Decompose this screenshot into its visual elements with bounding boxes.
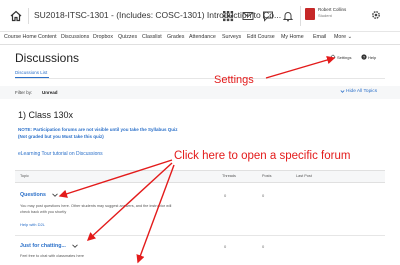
nav-email[interactable]: Email — [313, 34, 326, 40]
post-count: 0 — [262, 244, 265, 249]
nav-grades[interactable]: Grades — [167, 34, 184, 40]
tab-divider — [15, 78, 385, 79]
avatar[interactable] — [305, 8, 315, 20]
chevron-down-icon[interactable] — [52, 193, 58, 197]
settings-icon[interactable] — [330, 54, 336, 60]
mail-icon[interactable] — [242, 10, 254, 22]
settings-link[interactable]: Settings — [337, 55, 351, 60]
nav-attendance[interactable]: Attendance — [189, 34, 216, 40]
nav-surveys[interactable]: Surveys — [222, 34, 241, 40]
hide-all-topics-link[interactable]: Hide All Topics — [346, 89, 377, 94]
nav-edit-course[interactable]: Edit Course — [247, 34, 275, 40]
chevron-down-icon: ⌄ — [347, 34, 353, 40]
nav-my-home[interactable]: My Home — [281, 34, 304, 40]
settings-icon[interactable] — [370, 9, 382, 21]
nav-dropbox[interactable]: Dropbox — [93, 34, 113, 40]
bell-icon[interactable] — [282, 10, 294, 22]
user-role: Student — [318, 13, 332, 18]
tab-discussions-list[interactable]: Discussions List — [15, 70, 47, 75]
filter-label: Filter by: — [15, 90, 33, 95]
topbar-divider — [300, 6, 301, 26]
help-link[interactable]: Help — [368, 55, 376, 60]
row-divider — [15, 235, 385, 236]
nav-quizzes[interactable]: Quizzes — [118, 34, 137, 40]
thread-count: 0 — [224, 193, 227, 198]
user-name[interactable]: Robert Collins — [318, 7, 346, 12]
column-header-topic: Topic — [20, 174, 29, 178]
chevron-down-icon[interactable] — [340, 89, 345, 94]
column-header-posts: Posts — [262, 174, 272, 178]
home-icon[interactable] — [10, 10, 22, 22]
forum-link-questions[interactable]: Questions — [20, 192, 46, 198]
forum-link-just-for-chatting[interactable]: Just for chatting... — [20, 243, 66, 249]
column-header-threads: Threads — [222, 174, 236, 178]
annotation-settings: Settings — [214, 74, 254, 86]
annotation-forum: Click here to open a specific forum — [174, 150, 351, 162]
tour-link[interactable]: eLearning Tour tutorial on Discussions — [18, 151, 103, 157]
filter-unread[interactable]: Unread — [42, 90, 58, 95]
apps-grid-icon[interactable] — [222, 10, 234, 22]
help-with-d2l-link[interactable]: Help with D2L — [20, 222, 45, 227]
note-text: (Not graded but you Must take this quiz) — [18, 134, 104, 139]
note-text: NOTE: Participation forums are not visib… — [18, 127, 178, 132]
topbar-divider — [28, 8, 29, 24]
nav-content[interactable]: Content — [38, 34, 57, 40]
category-title: 1) Class 130x — [18, 110, 74, 120]
post-count: 0 — [262, 193, 265, 198]
arrow-to-settings — [265, 55, 336, 79]
help-icon[interactable]: ? — [361, 54, 367, 60]
nav-classlist[interactable]: Classlist — [142, 34, 162, 40]
table-header — [15, 170, 385, 183]
chat-icon[interactable] — [262, 10, 274, 22]
forum-description: check back with you shortly — [20, 210, 67, 214]
nav-discussions[interactable]: Discussions — [61, 34, 89, 40]
column-header-last-post: Last Post — [296, 174, 312, 178]
nav-more[interactable]: More ⌄ — [334, 34, 352, 40]
thread-count: 0 — [224, 244, 227, 249]
forum-description: Feel free to chat with classmates here — [20, 254, 84, 258]
page-title: Discussions — [15, 51, 80, 65]
nav-course-home[interactable]: Course Home — [4, 34, 37, 40]
chevron-down-icon[interactable] — [72, 244, 78, 248]
nav-more-label: More — [334, 34, 347, 40]
